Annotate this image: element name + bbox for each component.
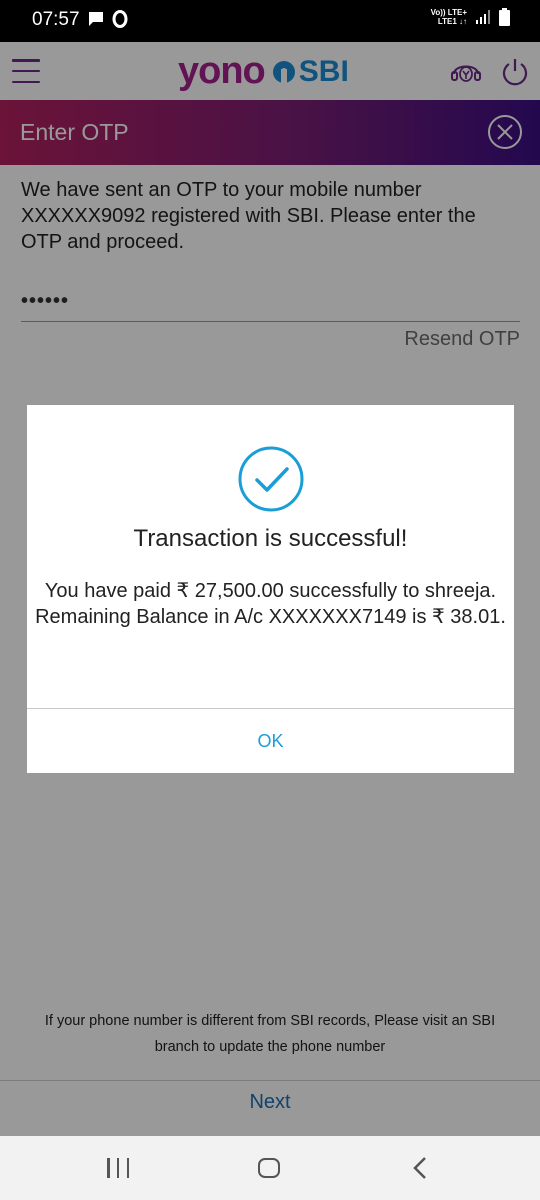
status-system-icons: Vo)) LTE+ LTE1 ↓↑ <box>431 8 510 26</box>
success-check-icon <box>238 446 304 512</box>
system-nav-bar <box>0 1136 540 1200</box>
dialog-message: You have paid ₹ 27,500.00 successfully t… <box>35 580 506 628</box>
back-icon[interactable] <box>412 1156 428 1180</box>
battery-icon <box>499 8 510 26</box>
recent-apps-icon[interactable] <box>107 1158 129 1178</box>
status-time: 07:57 <box>32 9 80 30</box>
dialog-title: Transaction is successful! <box>133 525 408 552</box>
status-notification-icons <box>88 10 128 28</box>
network-label: Vo)) LTE+ LTE1 ↓↑ <box>430 8 467 26</box>
ok-button[interactable]: OK <box>27 709 514 773</box>
transaction-success-dialog: Transaction is successful! You have paid… <box>27 405 514 773</box>
signal-icon <box>476 10 490 24</box>
message-notification-icon <box>89 12 103 26</box>
home-icon[interactable] <box>258 1158 280 1178</box>
opera-notification-icon <box>112 10 128 28</box>
status-bar: 07:57 Vo)) LTE+ LTE1 ↓↑ <box>0 0 540 42</box>
